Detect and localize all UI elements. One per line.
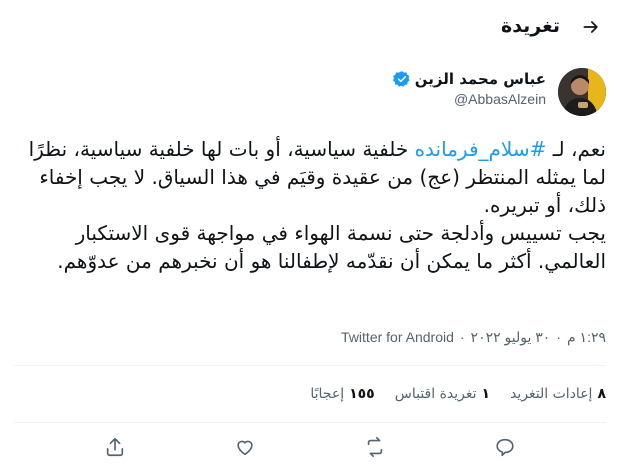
retweets-count: ٨: [597, 386, 606, 402]
divider: [14, 422, 606, 423]
share-icon: [106, 437, 124, 457]
meta-separator-2: ·: [459, 329, 465, 345]
tweet-text: نعم، لـ #سلام_فرمانده خلفية سياسية، أو ب…: [14, 135, 606, 275]
reply-button[interactable]: [488, 430, 522, 464]
share-button[interactable]: [98, 430, 132, 464]
tweet-meta: ١:٢٩ م · ٣٠ يوليو ٢٠٢٢ · Twitter for And…: [341, 329, 606, 346]
quotes-stat[interactable]: ١ تغريدة اقتباس: [395, 386, 490, 402]
likes-count: ١٥٥: [349, 386, 375, 402]
quotes-count: ١: [481, 386, 491, 402]
divider: [14, 365, 606, 366]
tweet-paragraph-1: نعم، لـ #سلام_فرمانده خلفية سياسية، أو ب…: [14, 135, 606, 219]
likes-stat[interactable]: ١٥٥ إعجابًا: [310, 386, 374, 402]
meta-separator: ·: [556, 329, 561, 345]
header: تغريدة: [0, 0, 620, 58]
page-title: تغريدة: [500, 15, 560, 37]
back-button[interactable]: [578, 14, 604, 40]
tweet-text-prefix: نعم، لـ: [546, 137, 606, 161]
like-button[interactable]: [228, 430, 262, 464]
author-handle[interactable]: @AbbasAlzein: [393, 91, 546, 107]
retweet-button[interactable]: [358, 430, 392, 464]
tweet-stats: ٨ إعادات التغريد ١ تغريدة اقتباس ١٥٥ إعج…: [310, 386, 606, 402]
like-icon: [237, 440, 253, 456]
arrow-right-icon: [583, 21, 598, 33]
likes-label: إعجابًا: [310, 386, 345, 402]
verified-badge-icon: [392, 71, 410, 87]
tweet-text-suffix: خلفية سياسية، أو بات لها خلفية: [148, 137, 415, 161]
avatar-image: [558, 68, 606, 116]
author-info: عباس محمد الزين @AbbasAlzein: [392, 70, 546, 107]
tweet-date[interactable]: ٣٠ يوليو ٢٠٢٢: [471, 329, 551, 346]
tweet-source[interactable]: Twitter for Android: [341, 329, 454, 346]
tweet-time[interactable]: ١:٢٩ م: [567, 329, 606, 346]
retweet-icon: [367, 437, 383, 457]
retweets-stat[interactable]: ٨ إعادات التغريد: [510, 386, 606, 402]
avatar[interactable]: [558, 68, 606, 116]
tweet-paragraph-2: يجب تسييس وأدلجة حتى نسمة الهواء في مواج…: [57, 221, 606, 273]
reply-icon: [496, 438, 514, 457]
retweets-label: إعادات التغريد: [510, 386, 593, 402]
quotes-label: تغريدة اقتباس: [394, 386, 477, 402]
tweet-actions: [0, 430, 620, 464]
hashtag-link[interactable]: #سلام_فرمانده: [415, 137, 547, 161]
author-name[interactable]: عباس محمد الزين: [415, 70, 546, 88]
